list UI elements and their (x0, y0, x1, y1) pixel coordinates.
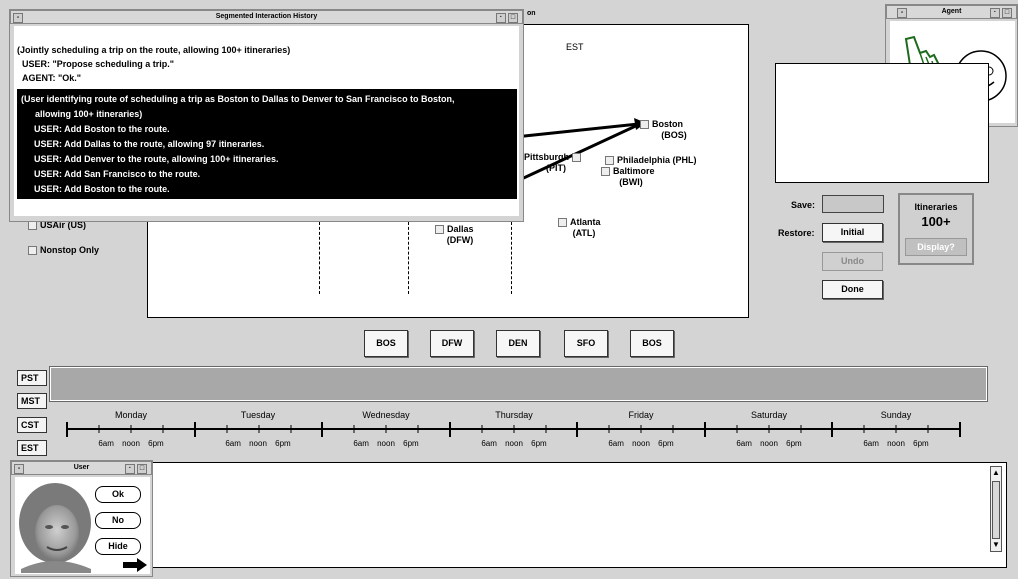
minimize-icon[interactable]: · (125, 464, 135, 474)
arrow-right-icon[interactable] (123, 558, 147, 572)
input-scrollbar[interactable]: ▲ ▼ (990, 466, 1002, 552)
hour-labels: 6am noon 6pm (481, 439, 547, 448)
history-line: (Jointly scheduling a trip on the route,… (17, 45, 291, 55)
city-philadelphia[interactable]: Philadelphia (PHL) (605, 155, 697, 166)
save-field[interactable] (822, 195, 884, 213)
minimize-icon[interactable]: · (496, 13, 506, 23)
day-label: Thursday (495, 410, 533, 420)
history-line: USER: Add San Francisco to the route. (34, 169, 201, 179)
history-line: USER: Add Boston to the route. (34, 124, 170, 134)
user-content: Ok No Hide (15, 477, 150, 574)
hour-labels: 6am noon 6pm (98, 439, 164, 448)
itineraries-label: Itineraries (914, 202, 958, 212)
undo-button[interactable]: Undo (822, 252, 883, 271)
city-baltimore[interactable]: Baltimore (BWI) (601, 166, 661, 188)
city-boston[interactable]: Boston (BOS) (640, 119, 700, 141)
checkbox-icon (28, 246, 37, 256)
hour-labels: 6am noon 6pm (225, 439, 291, 448)
checkbox-icon (435, 225, 444, 235)
checkbox-icon (558, 218, 567, 228)
route-stop-button[interactable]: BOS (364, 330, 408, 357)
user-photo-avatar (19, 483, 91, 573)
initial-button[interactable]: Initial (822, 223, 883, 242)
history-window[interactable]: Segmented Interaction History - · □ (Joi… (9, 9, 524, 222)
hour-labels: 6am noon 6pm (353, 439, 419, 448)
timezone-button-pst[interactable]: PST (17, 370, 47, 386)
timezone-button-est[interactable]: EST (17, 440, 47, 456)
checkbox-icon (571, 153, 581, 163)
checkbox-icon (640, 120, 649, 130)
hour-labels: 6am noon 6pm (608, 439, 674, 448)
day-label: Monday (114, 410, 148, 420)
nonstop-only-checkbox[interactable]: Nonstop Only (28, 245, 99, 256)
timezone-button-cst[interactable]: CST (17, 417, 47, 433)
route-stop-button[interactable]: DFW (430, 330, 474, 357)
hide-button[interactable]: Hide (95, 538, 141, 555)
agent-titlebar[interactable]: Agent - · □ (886, 5, 1017, 19)
maximize-icon[interactable]: □ (508, 13, 518, 23)
user-titlebar[interactable]: User - · □ (11, 461, 152, 475)
checkbox-icon (28, 221, 37, 231)
checkbox-icon (605, 156, 614, 166)
city-pittsburgh[interactable]: Pittsburgh (PIT) (524, 152, 588, 174)
maximize-icon[interactable]: □ (137, 464, 147, 474)
hour-labels: 6am noon 6pm (736, 439, 802, 448)
history-line: USER: Add Dallas to the route, allowing … (34, 139, 265, 149)
history-selected-segment[interactable]: (User identifying route of scheduling a … (17, 89, 517, 199)
window-menu-icon[interactable]: - (14, 464, 24, 474)
day-label: Wednesday (362, 410, 410, 420)
itineraries-panel: Itineraries 100+ Display? (898, 193, 974, 265)
history-line: allowing 100+ itineraries) (35, 109, 143, 119)
day-label: Sunday (880, 410, 912, 420)
hour-labels: 6am noon 6pm (863, 439, 929, 448)
checkbox-icon (601, 167, 610, 177)
city-dallas[interactable]: Dallas (DFW) (435, 224, 485, 246)
restore-label: Restore: (778, 228, 815, 238)
history-content: (Jointly scheduling a trip on the route,… (14, 26, 519, 216)
window-menu-icon[interactable]: - (13, 13, 23, 23)
maximize-icon[interactable]: □ (1002, 8, 1012, 18)
user-window[interactable]: User - · □ Ok No Hide (10, 460, 153, 577)
timezone-button-mst[interactable]: MST (17, 393, 47, 409)
scroll-thumb[interactable] (992, 481, 1000, 539)
scroll-up-icon[interactable]: ▲ (991, 467, 1001, 479)
display-button[interactable]: Display? (905, 238, 967, 256)
day-label: Tuesday (240, 410, 276, 420)
user-input-area[interactable] (152, 462, 1007, 568)
itineraries-count: 100+ (921, 214, 951, 229)
ok-button[interactable]: Ok (95, 486, 141, 503)
minimize-icon[interactable]: · (990, 8, 1000, 18)
history-line: USER: Add Boston to the route. (34, 184, 170, 194)
history-line: USER: Add Denver to the route, allowing … (34, 154, 279, 164)
window-menu-icon[interactable]: - (897, 8, 907, 18)
itinerary-strip[interactable] (49, 366, 988, 402)
city-atlanta[interactable]: Atlanta (ATL) (558, 217, 610, 239)
history-titlebar[interactable]: Segmented Interaction History - · □ (10, 10, 523, 24)
history-line: USER: "Propose scheduling a trip." (22, 59, 175, 69)
route-stop-button[interactable]: DEN (496, 330, 540, 357)
history-line: AGENT: "Ok." (22, 73, 82, 83)
week-timeline[interactable] (60, 420, 970, 440)
save-label: Save: (791, 200, 816, 210)
route-stop-button[interactable]: BOS (630, 330, 674, 357)
history-line: (User identifying route of scheduling a … (21, 94, 455, 104)
route-stop-button[interactable]: SFO (564, 330, 608, 357)
scroll-down-icon[interactable]: ▼ (991, 539, 1001, 551)
day-label: Saturday (750, 410, 788, 420)
done-button[interactable]: Done (822, 280, 883, 299)
no-button[interactable]: No (95, 512, 141, 529)
preview-box (775, 63, 989, 183)
day-label: Friday (628, 410, 654, 420)
